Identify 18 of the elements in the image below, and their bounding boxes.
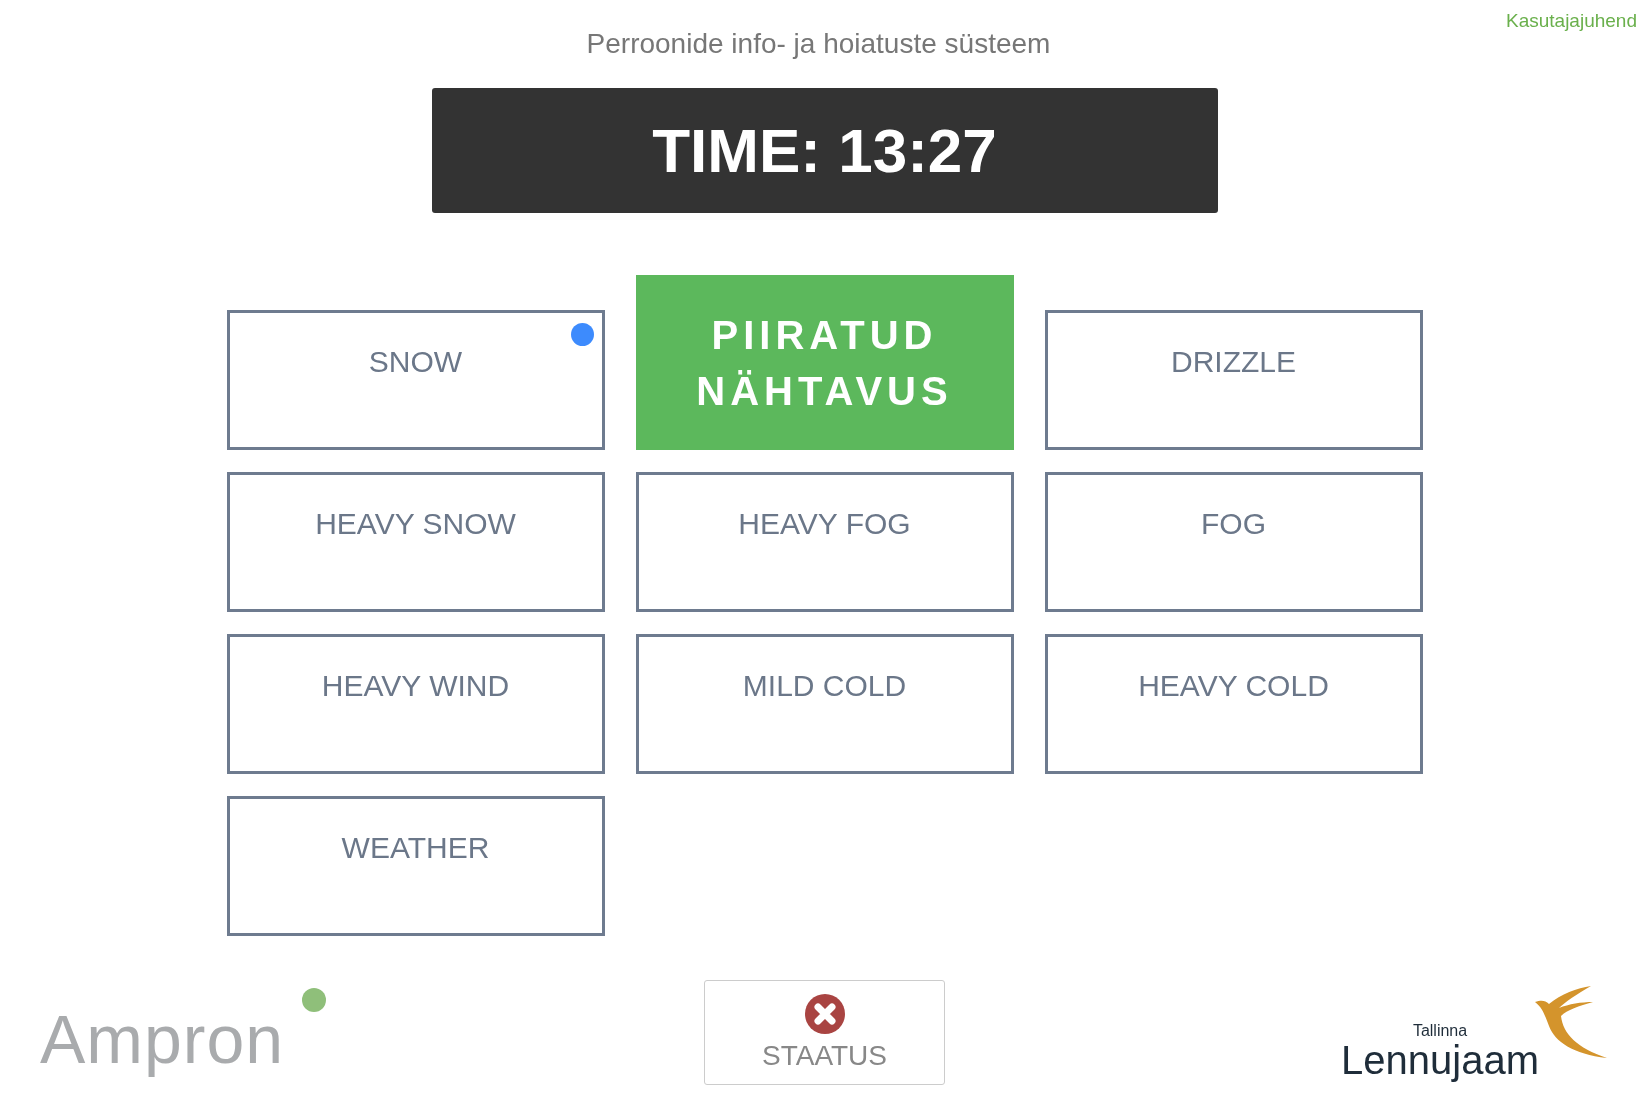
page-title: Perroonide info- ja hoiatuste süsteem [586, 28, 1051, 60]
company-logo-text: Ampron [40, 999, 285, 1078]
weather-button[interactable]: FOG [1044, 472, 1423, 612]
weather-button[interactable]: PIIRATUD NÄHTAVUS [635, 275, 1014, 450]
weather-button[interactable]: HEAVY WIND [226, 634, 605, 774]
logo-dot-icon [302, 987, 327, 1012]
weather-button[interactable]: HEAVY COLD [1044, 634, 1423, 774]
status-button[interactable]: STAATUS [704, 980, 945, 1085]
weather-button[interactable]: HEAVY FOG [635, 472, 1014, 612]
weather-button[interactable]: MILD COLD [635, 634, 1014, 774]
user-guide-link[interactable]: Kasutajajuhend [1506, 10, 1637, 32]
logo-subtitle: Tallinna [1412, 1021, 1468, 1040]
weather-button[interactable]: HEAVY SNOW [226, 472, 605, 612]
airport-logo-text: Lennujaam [1341, 1039, 1539, 1080]
weather-button[interactable]: SNOW [226, 310, 605, 450]
weather-button[interactable]: DRIZZLE [1044, 310, 1423, 450]
time-display: TIME: 13:27 [431, 88, 1218, 213]
weather-button[interactable]: WEATHER [226, 796, 605, 936]
